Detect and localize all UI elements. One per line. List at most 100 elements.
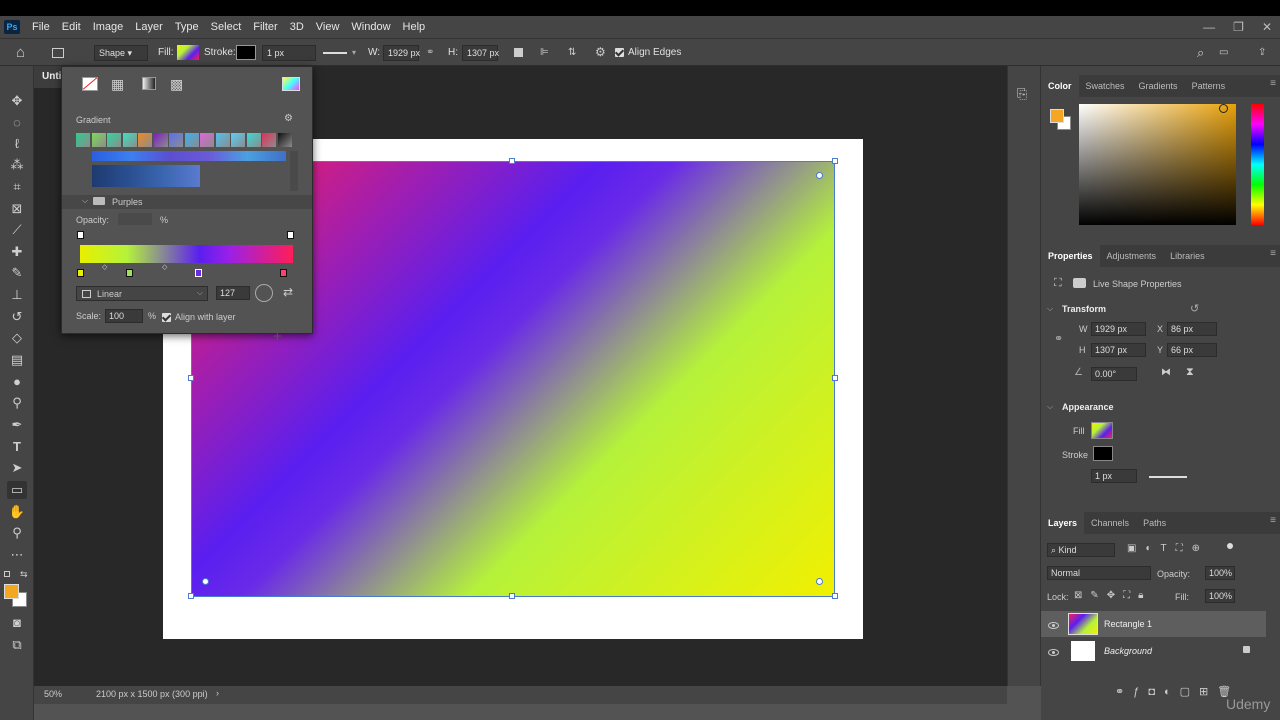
- menu-filter[interactable]: Filter: [247, 16, 283, 38]
- menu-file[interactable]: File: [26, 16, 56, 38]
- menu-image[interactable]: Image: [87, 16, 130, 38]
- fill-swatch[interactable]: [177, 45, 199, 60]
- opacity-stop-right[interactable]: [287, 231, 294, 239]
- eye-icon[interactable]: [1048, 649, 1059, 656]
- transform-handle-top[interactable]: [509, 158, 515, 164]
- foreground-color-swatch[interactable]: [1050, 109, 1064, 123]
- minimize-icon[interactable]: —: [1203, 20, 1215, 34]
- transform-handle-right[interactable]: [832, 375, 838, 381]
- stroke-width-field[interactable]: 1 px: [1091, 469, 1137, 483]
- gradient-preset-swatch[interactable]: [122, 133, 137, 147]
- reset-icon[interactable]: ↺: [1190, 302, 1199, 315]
- corner-radius-handle[interactable]: [816, 578, 823, 585]
- tab-color[interactable]: Color: [1041, 75, 1079, 97]
- healing-brush-tool-icon[interactable]: ✚: [7, 243, 27, 261]
- chevron-down-icon[interactable]: ▾: [352, 39, 356, 67]
- stamp-tool-icon[interactable]: ⊥: [7, 286, 27, 304]
- screen-mode-icon[interactable]: ⧉: [7, 636, 27, 654]
- pattern-fill-icon[interactable]: ▩: [170, 76, 183, 93]
- opacity-field[interactable]: [118, 213, 152, 225]
- search-icon[interactable]: ⌕: [1197, 39, 1204, 67]
- gradient-folder-row[interactable]: ⌵ Purples: [62, 195, 312, 209]
- tab-channels[interactable]: Channels: [1084, 512, 1136, 534]
- height-field[interactable]: 1307 px: [1091, 343, 1146, 357]
- gradient-preset-swatch[interactable]: [231, 133, 245, 147]
- tab-layers[interactable]: Layers: [1041, 512, 1085, 534]
- corner-radius-handle[interactable]: [816, 172, 823, 179]
- color-picker-icon[interactable]: [282, 77, 300, 91]
- workspace-icon[interactable]: ▭: [1219, 39, 1228, 67]
- tab-gradients[interactable]: Gradients: [1132, 75, 1185, 97]
- menu-view[interactable]: View: [310, 16, 346, 38]
- gradient-preset-swatch[interactable]: [91, 133, 106, 147]
- flip-vertical-icon[interactable]: ⧗: [1186, 366, 1194, 379]
- align-edges-checkbox[interactable]: Align Edges: [615, 39, 681, 67]
- blend-mode-dropdown[interactable]: Normal: [1047, 566, 1151, 580]
- solid-color-icon[interactable]: ▦: [111, 76, 124, 93]
- panel-menu-icon[interactable]: ≡: [1270, 78, 1276, 89]
- frame-tool-icon[interactable]: ⊠: [7, 200, 27, 218]
- gradient-preset-swatch[interactable]: [200, 133, 214, 147]
- stroke-type-line-icon[interactable]: [323, 52, 347, 54]
- filter-toggle-icon[interactable]: [1227, 543, 1233, 549]
- layer-actions[interactable]: ⚭ƒ◘◐▢⊞🗑︎: [1115, 685, 1240, 698]
- restore-icon[interactable]: ❐: [1233, 20, 1244, 34]
- gradient-preset-swatch[interactable]: [138, 133, 152, 147]
- y-field[interactable]: 66 px: [1167, 343, 1217, 357]
- quick-mask-icon[interactable]: ◙: [7, 614, 27, 632]
- color-stop-selected[interactable]: [195, 269, 202, 277]
- gradient-preset-swatch[interactable]: [107, 133, 121, 147]
- panel-menu-icon[interactable]: ≡: [1270, 515, 1276, 526]
- crop-tool-icon[interactable]: ⌗: [7, 178, 27, 196]
- width-field[interactable]: 1929 px: [383, 45, 420, 61]
- gear-icon[interactable]: ⚙: [595, 39, 606, 67]
- midpoint-diamond-icon[interactable]: ◇: [162, 263, 167, 271]
- foreground-color-swatch[interactable]: [4, 584, 19, 599]
- stroke-swatch[interactable]: [1093, 446, 1113, 461]
- history-panel-icon[interactable]: ⎘: [1017, 86, 1027, 102]
- menu-select[interactable]: Select: [205, 16, 248, 38]
- rectangle-tool-icon[interactable]: ▭: [7, 481, 27, 499]
- gradient-preset-swatch[interactable]: [153, 133, 168, 147]
- gradient-preset-swatch[interactable]: [76, 133, 90, 147]
- rectangle-tool-preset-icon[interactable]: [52, 48, 64, 58]
- tab-properties[interactable]: Properties: [1041, 245, 1100, 267]
- transform-handle-top-right[interactable]: [832, 158, 838, 164]
- gradient-ramp[interactable]: [80, 245, 293, 263]
- gear-icon[interactable]: ⚙: [284, 113, 293, 124]
- transform-handle-left[interactable]: [188, 375, 194, 381]
- marquee-tool-icon[interactable]: ◌: [7, 114, 27, 132]
- color-stop[interactable]: [280, 269, 287, 277]
- scale-field[interactable]: 100: [105, 309, 143, 323]
- midpoint-diamond-icon[interactable]: ◇: [102, 263, 107, 271]
- transform-handle-bottom[interactable]: [509, 593, 515, 599]
- tool-mode-dropdown[interactable]: Shape ▾: [94, 45, 148, 61]
- chevron-right-icon[interactable]: ›: [216, 688, 219, 698]
- menu-edit[interactable]: Edit: [56, 16, 87, 38]
- menu-3d[interactable]: 3D: [284, 16, 310, 38]
- lasso-tool-icon[interactable]: ℓ: [7, 135, 27, 153]
- menu-layer[interactable]: Layer: [129, 16, 169, 38]
- gradient-preset-row[interactable]: [92, 151, 286, 161]
- close-icon[interactable]: ✕: [1262, 20, 1272, 34]
- tab-paths[interactable]: Paths: [1136, 512, 1173, 534]
- hand-tool-icon[interactable]: ✋: [7, 503, 27, 521]
- height-field[interactable]: 1307 px: [462, 45, 499, 61]
- chevron-down-icon[interactable]: ⌵: [1047, 402, 1053, 412]
- gradient-preset-swatch[interactable]: [169, 133, 183, 147]
- history-brush-tool-icon[interactable]: ↺: [7, 308, 27, 326]
- lock-options-icons[interactable]: ⊠✎✥⛶🔒︎: [1074, 590, 1151, 601]
- magic-wand-tool-icon[interactable]: ⁂: [7, 156, 27, 174]
- gradient-preset-swatch[interactable]: [246, 133, 261, 147]
- color-stop[interactable]: [126, 269, 133, 277]
- gradient-preset-swatch[interactable]: [215, 133, 230, 147]
- gradient-angle-field[interactable]: 127: [216, 286, 250, 300]
- layer-row-background[interactable]: Background: [1041, 638, 1266, 664]
- reverse-gradient-icon[interactable]: ⇄: [283, 285, 293, 299]
- menu-type[interactable]: Type: [169, 16, 205, 38]
- layer-row-rectangle-1[interactable]: Rectangle 1: [1041, 611, 1266, 637]
- color-picker-ring[interactable]: [1219, 104, 1228, 113]
- color-field[interactable]: [1079, 104, 1236, 225]
- move-tool-icon[interactable]: ✥: [7, 92, 27, 110]
- color-stop[interactable]: [77, 269, 84, 277]
